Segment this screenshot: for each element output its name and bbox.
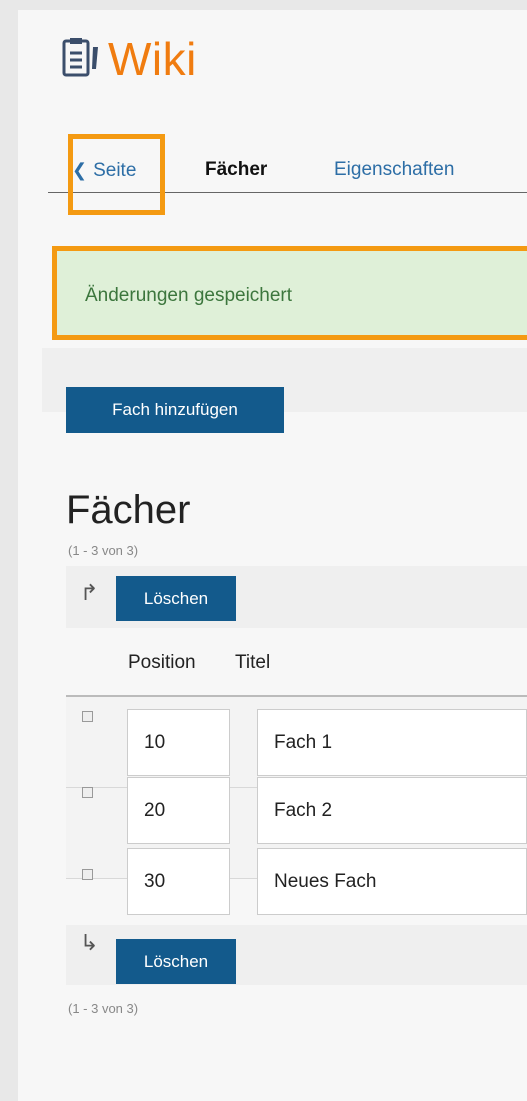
row-checkbox[interactable] (82, 869, 93, 880)
delete-button-bottom[interactable]: Löschen (116, 939, 236, 984)
position-input[interactable]: 20 (127, 777, 230, 844)
item-count-bottom: (1 - 3 von 3) (68, 1001, 139, 1016)
alert-text: Änderungen gespeichert (85, 285, 293, 306)
title-input[interactable]: Fach 1 (257, 709, 527, 776)
column-header-title: Titel (235, 652, 271, 673)
tab-faecher[interactable]: Fächer (205, 158, 267, 182)
title-input[interactable]: Neues Fach (257, 848, 527, 915)
title-input[interactable]: Fach 2 (257, 777, 527, 844)
position-input[interactable]: 30 (127, 848, 230, 915)
success-alert: Änderungen gespeichert (52, 246, 527, 340)
item-count-top: (1 - 3 von 3) (68, 543, 139, 558)
row-checkbox[interactable] (82, 711, 93, 722)
document-pencil-icon (62, 38, 98, 77)
tab-eigenschaften[interactable]: Eigenschaften (334, 158, 454, 182)
arrow-turn-right-icon: ↱ (80, 580, 99, 605)
arrow-turn-down-right-icon: ↳ (80, 930, 99, 955)
row-checkbox[interactable] (82, 787, 93, 798)
highlight-box-back (68, 134, 165, 215)
section-title: Fächer (66, 488, 191, 532)
column-header-position: Position (128, 652, 196, 673)
delete-button-top[interactable]: Löschen (116, 576, 236, 621)
page-header: Wiki (62, 24, 197, 94)
position-input[interactable]: 10 (127, 709, 230, 776)
app-title: Wiki (108, 33, 197, 85)
add-subject-button[interactable]: Fach hinzufügen (66, 387, 284, 433)
